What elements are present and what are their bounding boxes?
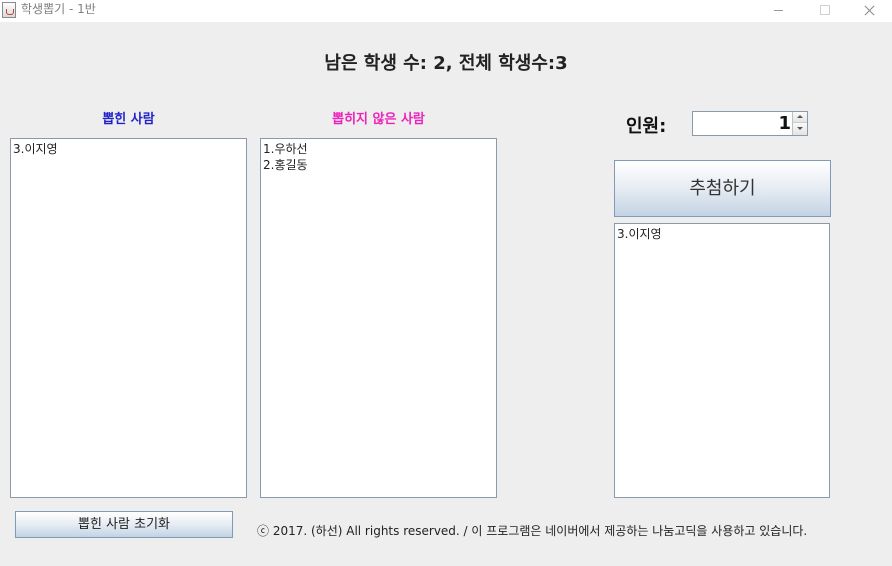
close-button[interactable] — [846, 0, 892, 22]
list-item[interactable]: 3.이지영 — [13, 141, 244, 157]
not-drawn-list-label: 뽑히지 않은 사람 — [332, 112, 425, 127]
student-count-status: 남은 학생 수: 2, 전체 학생수:3 — [324, 53, 568, 74]
title-bar[interactable]: 학생뽑기 - 1반 — [0, 0, 892, 22]
java-app-icon — [2, 2, 16, 18]
count-input[interactable] — [693, 112, 791, 135]
not-drawn-students-list[interactable]: 1.우하선 2.홍길동 — [260, 138, 497, 498]
minimize-button[interactable] — [755, 0, 801, 22]
list-item[interactable]: 2.홍길동 — [263, 157, 494, 173]
drawn-students-list[interactable]: 3.이지영 — [10, 138, 247, 498]
window-title: 학생뽑기 - 1반 — [21, 2, 96, 16]
list-item[interactable]: 1.우하선 — [263, 141, 494, 157]
app-window: 학생뽑기 - 1반 남은 학생 수: 2, 전체 학생수:3 뽑힌 사람 뽑히지… — [0, 0, 892, 566]
maximize-button[interactable] — [801, 0, 847, 22]
draw-button[interactable]: 추첨하기 — [614, 160, 831, 217]
list-item[interactable]: 3.이지영 — [617, 226, 827, 242]
drawn-list-label: 뽑힌 사람 — [102, 112, 155, 127]
spinner-up-arrow-icon[interactable] — [792, 112, 807, 123]
spinner-down-arrow-icon[interactable] — [792, 123, 807, 135]
reset-drawn-button[interactable]: 뽑힌 사람 초기화 — [15, 511, 233, 538]
copyright-footer: ⓒ 2017. (하선) All rights reserved. / 이 프로… — [257, 524, 808, 538]
count-label: 인원: — [626, 116, 667, 137]
count-spinner[interactable] — [692, 111, 808, 136]
draw-result-list[interactable]: 3.이지영 — [614, 223, 830, 498]
